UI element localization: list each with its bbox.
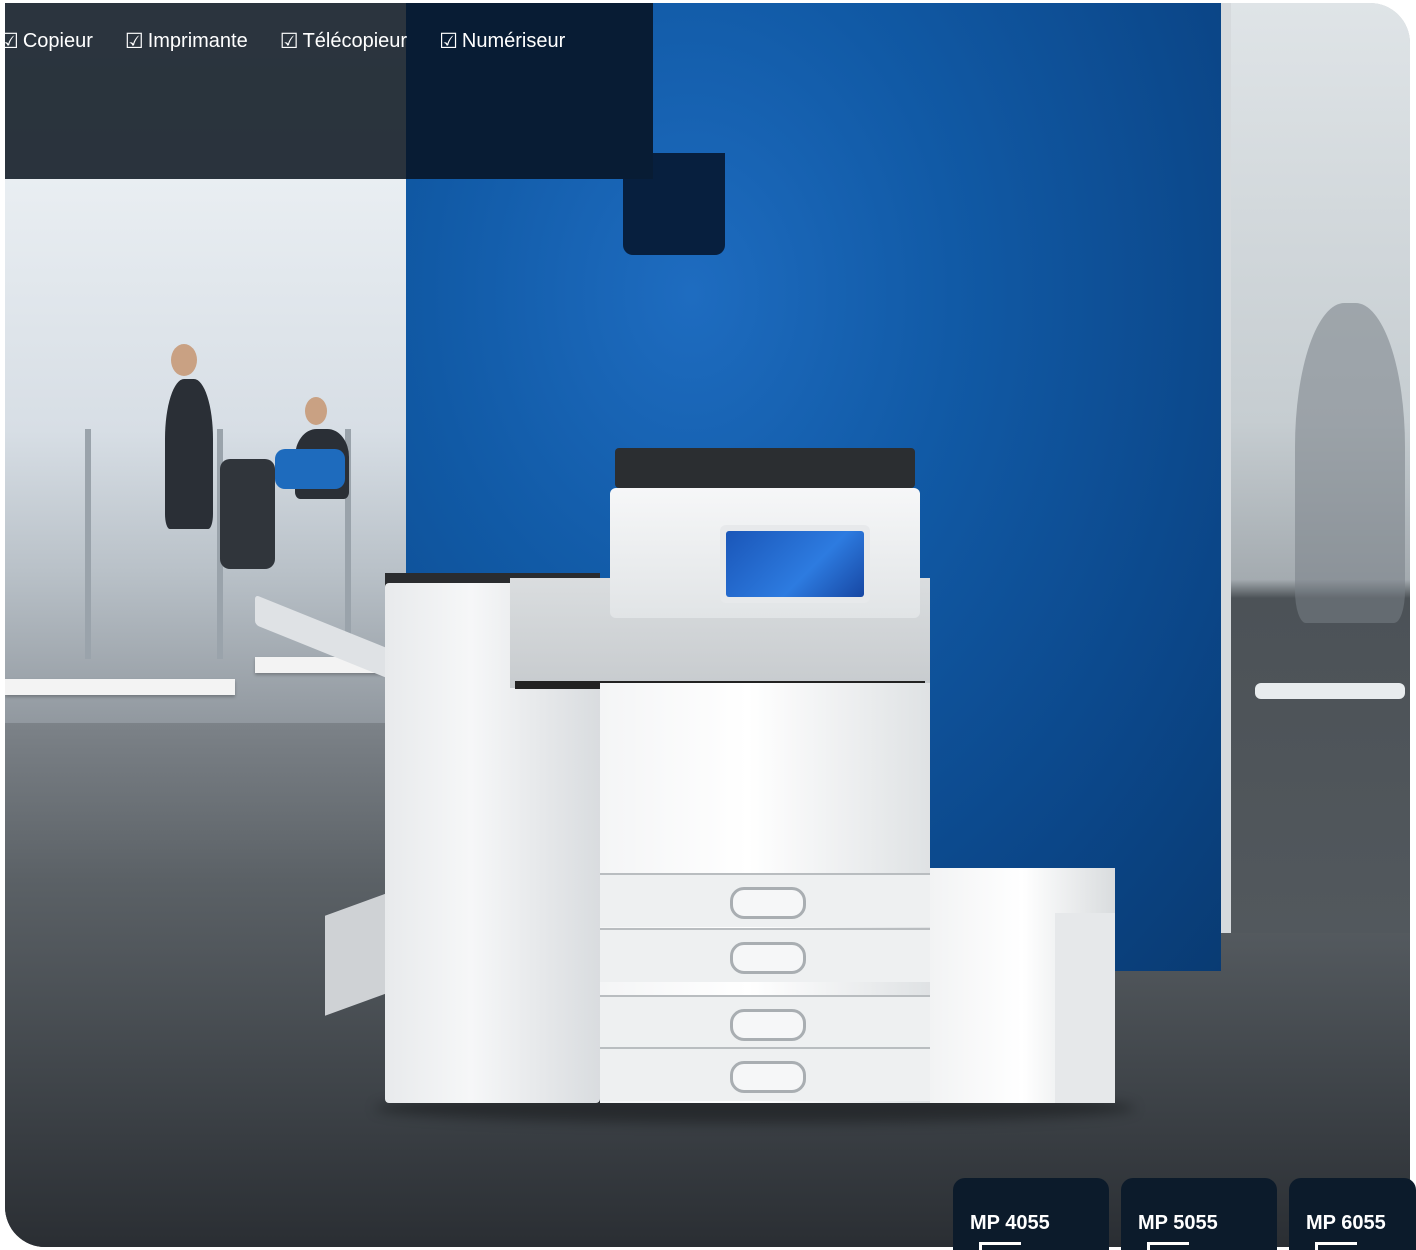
office-chair [220,459,275,569]
model-tab-label: MP 6055 [1306,1212,1386,1234]
document-feeder [615,448,915,488]
paper-drawer [600,1047,930,1101]
meeting-table [1255,683,1405,699]
feature-item-scanner: ☑ Numériseur [439,30,565,53]
feature-label: Imprimante [147,30,248,52]
printer-illustration [255,443,1135,1123]
model-tab-label: MP 4055 [970,1212,1050,1234]
touch-screen [726,531,864,597]
paper-drawer [600,995,930,1049]
feature-label: Télécopieur [302,30,408,52]
tab-marker-icon [1147,1242,1189,1250]
person-head [171,344,197,376]
drawer-handle [730,887,806,919]
desk [5,679,235,695]
checkbox-icon: ☑ [124,30,144,53]
person-figure [165,379,213,529]
feature-item-copier: ☑ Copieur [0,30,93,53]
hero-frame [5,3,1410,1247]
paper-drawer [600,928,930,982]
feature-item-printer: ☑ Imprimante [125,30,248,53]
banner-notch [653,153,725,255]
feature-list: ☑ Copieur ☑ Imprimante ☑ Télécopieur ☑ N… [0,30,565,53]
feature-label: Numériseur [461,30,566,52]
person-head [305,397,327,425]
model-tab-label: MP 5055 [1138,1212,1218,1234]
checkbox-icon: ☑ [0,30,19,53]
window-frame [85,429,91,659]
drawer-handle [730,1009,806,1041]
feature-item-fax: ☑ Télécopieur [280,30,407,53]
banner-notch-inner [623,179,663,255]
large-capacity-tray-side [1055,913,1115,1103]
control-panel [720,525,870,603]
blurred-person [1295,303,1405,623]
model-tab-mp6055[interactable]: MP 6055 [1289,1178,1416,1250]
paper-drawer [600,873,930,927]
tab-marker-icon [979,1242,1021,1250]
drawer-handle [730,1061,806,1093]
tab-marker-icon [1315,1242,1357,1250]
model-tab-mp5055[interactable]: MP 5055 [1121,1178,1277,1250]
feature-label: Copieur [22,30,93,52]
model-tab-mp4055[interactable]: MP 4055 [953,1178,1109,1250]
checkbox-icon: ☑ [439,30,458,53]
drawer-handle [730,942,806,974]
checkbox-icon: ☑ [279,30,299,53]
